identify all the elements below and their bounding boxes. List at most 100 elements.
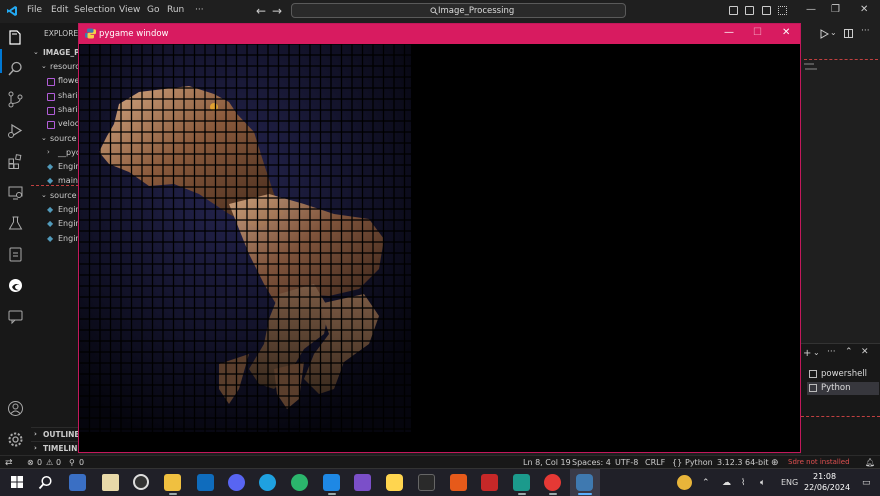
pygame-window[interactable]: pygame window — ☐ ✕: [78, 23, 801, 453]
taskbar-visual-studio-icon[interactable]: [354, 474, 371, 491]
terminal-tab-python[interactable]: Python: [807, 382, 879, 395]
timeline-section[interactable]: › TIMELINE: [31, 441, 82, 455]
forward-arrow-icon[interactable]: →: [272, 4, 282, 18]
line-endings[interactable]: CRLF: [645, 458, 665, 467]
toggle-primary-sidebar-icon[interactable]: [729, 6, 738, 15]
taskbar-outlook-icon[interactable]: [197, 474, 214, 491]
tree-file[interactable]: flowe: [31, 74, 79, 88]
clock-date[interactable]: 22/06/2024: [804, 483, 850, 492]
feedback-icon[interactable]: ⊕: [771, 458, 779, 468]
taskbar-python-icon[interactable]: [576, 474, 593, 491]
close-button[interactable]: ✕: [860, 4, 868, 15]
pygame-canvas[interactable]: [79, 44, 800, 452]
menu-file[interactable]: File: [27, 5, 42, 15]
taskbar-vscode-icon[interactable]: [323, 474, 340, 491]
language-mode[interactable]: Python: [685, 458, 713, 467]
toggle-panel-icon[interactable]: [745, 6, 754, 15]
taskbar-edge-icon[interactable]: [259, 474, 276, 491]
notifications-bell-icon[interactable]: 🔔︎: [865, 458, 875, 467]
account-icon[interactable]: [7, 400, 24, 417]
outline-section[interactable]: › OUTLINE: [31, 427, 80, 441]
extensions-icon[interactable]: [7, 153, 24, 170]
tray-language[interactable]: ENG: [781, 478, 798, 487]
edge-browser-icon[interactable]: [7, 277, 24, 294]
python-interpreter[interactable]: 3.12.3 64-bit: [717, 458, 769, 467]
tray-overflow-chevron-icon[interactable]: ⌃: [702, 478, 710, 488]
tree-file[interactable]: ◆ Engin: [31, 160, 79, 174]
new-terminal-plus-icon[interactable]: +: [803, 348, 811, 359]
terminal-dropdown-chevron-icon[interactable]: ⌄: [813, 348, 820, 357]
run-debug-icon[interactable]: [7, 122, 24, 139]
taskbar-file-explorer-icon[interactable]: [164, 474, 181, 491]
menu-edit[interactable]: Edit: [51, 5, 68, 15]
chat-comment-icon[interactable]: [7, 308, 24, 325]
warnings-count[interactable]: 0: [56, 458, 61, 467]
terminal-tab-powershell[interactable]: powershell: [807, 368, 879, 381]
errors-icon[interactable]: ⊗: [27, 458, 34, 467]
pygame-minimize-button[interactable]: —: [724, 27, 734, 38]
run-play-icon[interactable]: [819, 29, 829, 39]
pygame-close-button[interactable]: ✕: [782, 27, 790, 38]
taskbar-foxit-icon[interactable]: [481, 474, 498, 491]
project-root[interactable]: ⌄ IMAGE_PR: [31, 46, 79, 60]
menu-go[interactable]: Go: [147, 5, 159, 15]
warnings-icon[interactable]: ⚠: [46, 458, 53, 467]
menu-run[interactable]: Run: [167, 5, 184, 15]
more-actions-icon[interactable]: ···: [861, 26, 870, 36]
taskbar-photos-icon[interactable]: [69, 474, 86, 491]
menu-selection[interactable]: Selection: [74, 5, 115, 15]
close-panel-icon[interactable]: ✕: [861, 347, 869, 357]
pygame-title-bar[interactable]: pygame window — ☐ ✕: [79, 24, 800, 44]
tree-file[interactable]: ◆ Engin: [31, 232, 79, 246]
ports-icon[interactable]: ⚲: [69, 458, 75, 467]
taskbar-pycharm-icon[interactable]: [513, 474, 530, 491]
menu-view[interactable]: View: [119, 5, 140, 15]
cursor-position[interactable]: Ln 8, Col 19: [523, 458, 571, 467]
terminal-more-icon[interactable]: ···: [827, 347, 836, 357]
taskbar-terminal-icon[interactable]: [418, 474, 435, 491]
taskbar-media-icon[interactable]: [133, 474, 149, 490]
tree-file[interactable]: ◆ Engin: [31, 203, 79, 217]
taskbar-edge-dev-icon[interactable]: [291, 474, 308, 491]
tray-notification-icon[interactable]: ▭: [862, 478, 871, 488]
tray-wifi-icon[interactable]: ⌇: [741, 478, 745, 488]
tree-file[interactable]: ◆ main.: [31, 174, 79, 188]
explorer-files-icon[interactable]: [7, 29, 24, 46]
menu-more[interactable]: ···: [195, 5, 204, 15]
taskbar-ubuntu-icon[interactable]: [450, 474, 467, 491]
source-control-icon[interactable]: [7, 91, 24, 108]
split-editor-icon[interactable]: [844, 29, 853, 38]
search-icon[interactable]: [7, 60, 24, 77]
tree-file[interactable]: ◆ Engin: [31, 217, 79, 231]
remote-explorer-icon[interactable]: [7, 184, 24, 201]
maximize-panel-chevron-icon[interactable]: ⌃: [845, 347, 853, 357]
tray-help-icon[interactable]: [677, 475, 692, 490]
windows-start-icon[interactable]: [11, 476, 23, 488]
taskbar-chrome-icon[interactable]: [544, 474, 561, 491]
warning-message[interactable]: Sdre not installed: [788, 458, 850, 466]
ports-count[interactable]: 0: [79, 458, 84, 467]
toggle-secondary-sidebar-icon[interactable]: [762, 6, 771, 15]
tray-cloud-icon[interactable]: ☁: [722, 478, 731, 488]
encoding[interactable]: UTF-8: [615, 458, 638, 467]
tree-folder[interactable]: ⌄ source: [31, 132, 79, 146]
tray-volume-icon[interactable]: 🔈︎: [760, 478, 765, 488]
taskbar-search-icon[interactable]: [38, 475, 53, 490]
clock-time[interactable]: 21:08: [813, 472, 836, 481]
pygame-maximize-button[interactable]: ☐: [753, 27, 762, 38]
python-env-icon[interactable]: [7, 246, 24, 263]
minimize-button[interactable]: —: [806, 4, 816, 15]
maximize-button[interactable]: ❐: [831, 4, 840, 15]
remote-indicator-icon[interactable]: ⇄: [5, 458, 13, 468]
tree-folder[interactable]: › __pyc: [31, 146, 79, 160]
tree-file[interactable]: veloci: [31, 117, 79, 131]
customize-layout-icon[interactable]: [778, 6, 787, 15]
testing-flask-icon[interactable]: [7, 215, 24, 232]
tree-folder[interactable]: ⌄ source: [31, 189, 79, 203]
tree-file[interactable]: sharir: [31, 89, 79, 103]
command-center-search[interactable]: Image_Processing: [291, 3, 626, 18]
taskbar-store-icon[interactable]: [102, 474, 119, 491]
errors-count[interactable]: 0: [37, 458, 42, 467]
taskbar-discord-icon[interactable]: [228, 474, 245, 491]
taskbar-app-icon[interactable]: [386, 474, 403, 491]
